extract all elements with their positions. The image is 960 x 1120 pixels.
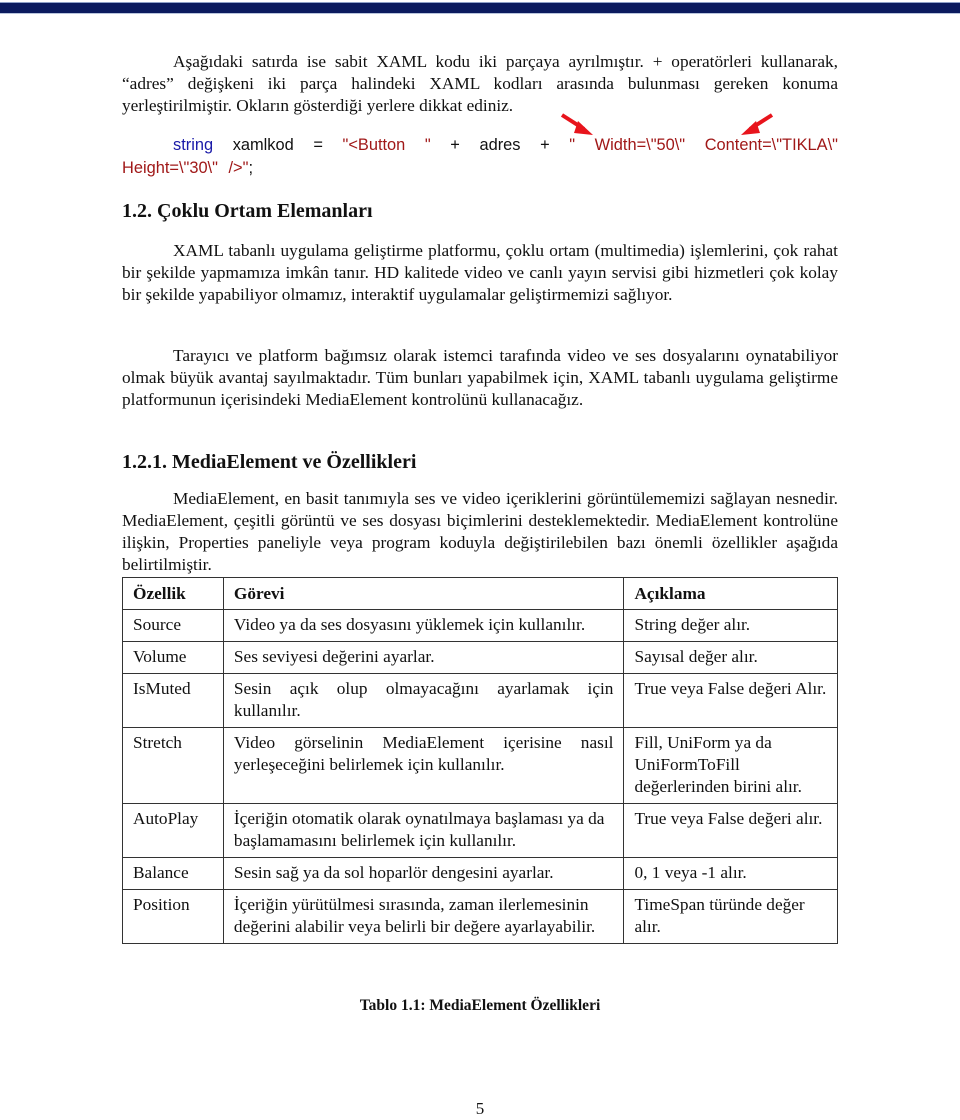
- body-paragraph: MediaElement, en basit tanımıyla ses ve …: [122, 489, 838, 574]
- table-row: IsMuted Sesin açık olup olmayacağını aya…: [122, 673, 838, 728]
- table-row: Source Video ya da ses dosyasını yükleme…: [122, 609, 838, 642]
- property-name: Stretch: [122, 727, 224, 804]
- body-paragraph: Tarayıcı ve platform bağımsız olarak ist…: [122, 346, 838, 409]
- property-description: True veya False değeri alır.: [623, 803, 838, 858]
- property-description: TimeSpan türünde değer alır.: [623, 889, 838, 944]
- subsection-heading: 1.2.1. MediaElement ve Özellikleri: [122, 451, 417, 473]
- property-name: Volume: [122, 641, 224, 674]
- code-string-literal: "<Button ": [342, 136, 431, 154]
- table-row: Balance Sesin sağ ya da sol hoparlör den…: [122, 857, 838, 890]
- properties-table: Özellik Görevi Açıklama Source Video ya …: [122, 577, 838, 944]
- property-purpose: Sesin açık olup olmayacağını ayarlamak i…: [222, 673, 625, 728]
- property-purpose: Ses seviyesi değerini ayarlar.: [222, 641, 625, 674]
- property-description: Fill, UniForm ya da UniFormToFill değerl…: [623, 727, 838, 804]
- property-description: String değer alır.: [623, 609, 838, 642]
- column-header: Özellik: [122, 577, 224, 610]
- code-snippet: string xamlkod = "<Button " + adres + " …: [122, 134, 838, 180]
- code-keyword: string: [173, 136, 214, 154]
- property-description: 0, 1 veya -1 alır.: [623, 857, 838, 890]
- property-name: Balance: [122, 857, 224, 890]
- table-caption: Tablo 1.1: MediaElement Özellikleri: [359, 997, 601, 1014]
- code-concatenation: + adres +: [430, 136, 570, 154]
- property-purpose: Video görselinin MediaElement içerisine …: [222, 727, 625, 804]
- property-name: IsMuted: [122, 673, 224, 728]
- table-row: Volume Ses seviyesi değerini ayarlar. Sa…: [122, 641, 838, 674]
- property-name: Position: [122, 889, 224, 944]
- property-purpose: İçeriğin yürütülmesi sırasında, zaman il…: [222, 889, 625, 944]
- property-name: Source: [122, 609, 224, 642]
- table-row: Stretch Video görselinin MediaElement iç…: [122, 727, 838, 804]
- table-row: AutoPlay İçeriğin otomatik olarak oynatı…: [122, 803, 838, 858]
- property-name: AutoPlay: [122, 803, 224, 858]
- page-number: 5: [475, 1099, 485, 1118]
- code-terminator: ;: [248, 159, 253, 177]
- property-description: Sayısal değer alır.: [623, 641, 838, 674]
- intro-paragraph: Aşağıdaki satırda ise sabit XAML kodu ik…: [122, 52, 838, 115]
- table-row: Position İçeriğin yürütülmesi sırasında,…: [122, 889, 838, 944]
- property-description: True veya False değeri Alır.: [623, 673, 838, 728]
- table-header-row: Özellik Görevi Açıklama: [122, 577, 838, 610]
- property-purpose: Video ya da ses dosyasını yüklemek için …: [222, 609, 625, 642]
- document-header-bar: [0, 2, 960, 14]
- column-header: Görevi: [222, 577, 625, 610]
- code-variable-declaration: xamlkod =: [213, 136, 343, 154]
- property-purpose: Sesin sağ ya da sol hoparlör dengesini a…: [222, 857, 625, 890]
- body-paragraph: XAML tabanlı uygulama geliştirme platfor…: [122, 241, 838, 304]
- property-purpose: İçeriğin otomatik olarak oynatılmaya baş…: [222, 803, 625, 858]
- column-header: Açıklama: [623, 577, 838, 610]
- section-heading: 1.2. Çoklu Ortam Elemanları: [122, 200, 373, 222]
